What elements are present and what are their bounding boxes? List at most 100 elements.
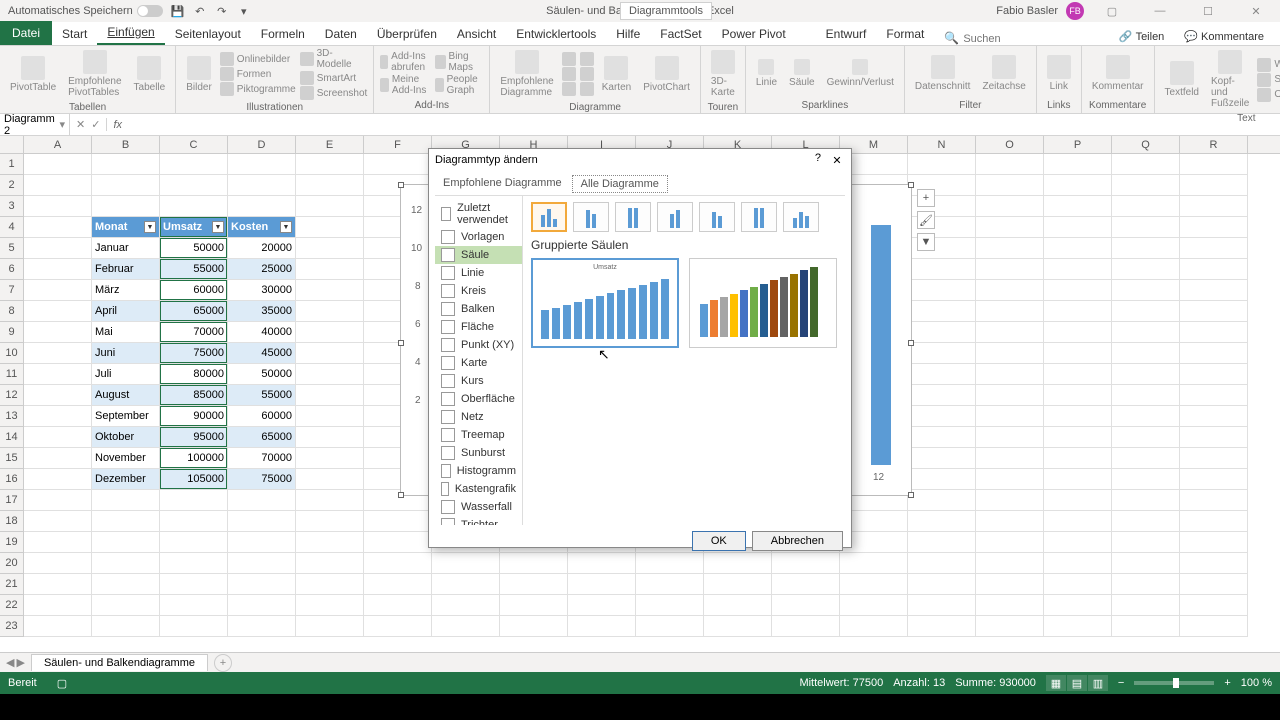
- dialog-help-button[interactable]: ?: [815, 152, 821, 168]
- cell[interactable]: [160, 616, 228, 637]
- cell[interactable]: [24, 322, 92, 343]
- column-header[interactable]: C: [160, 136, 228, 153]
- chart-styles-button[interactable]: 🖌: [917, 211, 935, 229]
- cell[interactable]: 40000: [228, 322, 296, 343]
- cell[interactable]: [568, 595, 636, 616]
- cell[interactable]: [908, 154, 976, 175]
- cell[interactable]: [364, 616, 432, 637]
- cell[interactable]: [432, 616, 500, 637]
- cell[interactable]: [296, 301, 364, 322]
- cell[interactable]: 20000: [228, 238, 296, 259]
- close-icon[interactable]: ✕: [1236, 0, 1276, 22]
- cell[interactable]: [976, 217, 1044, 238]
- cell[interactable]: [92, 511, 160, 532]
- cell[interactable]: [296, 595, 364, 616]
- chart-stat-button[interactable]: [580, 67, 594, 81]
- cell[interactable]: [364, 574, 432, 595]
- cell[interactable]: Juni: [92, 343, 160, 364]
- cell[interactable]: [908, 280, 976, 301]
- cell[interactable]: [296, 280, 364, 301]
- link-button[interactable]: Link: [1043, 53, 1075, 94]
- tab-daten[interactable]: Daten: [315, 23, 367, 45]
- row-header[interactable]: 9: [0, 322, 24, 343]
- cell[interactable]: [908, 448, 976, 469]
- cell[interactable]: [296, 532, 364, 553]
- add-sheet-button[interactable]: +: [214, 654, 232, 672]
- cell[interactable]: Juli: [92, 364, 160, 385]
- cell[interactable]: [1044, 259, 1112, 280]
- cell[interactable]: [976, 448, 1044, 469]
- slicer-button[interactable]: Datenschnitt: [911, 53, 975, 94]
- maximize-icon[interactable]: ☐: [1188, 0, 1228, 22]
- chart-category-item[interactable]: Karte: [435, 354, 522, 372]
- table-button[interactable]: Tabelle: [130, 54, 170, 95]
- cell[interactable]: [976, 406, 1044, 427]
- cell[interactable]: August: [92, 385, 160, 406]
- cell[interactable]: [296, 616, 364, 637]
- row-header[interactable]: 10: [0, 343, 24, 364]
- save-icon[interactable]: 💾: [171, 4, 185, 18]
- qat-dropdown-icon[interactable]: ▾: [237, 4, 251, 18]
- cell[interactable]: [908, 427, 976, 448]
- cell[interactable]: [976, 616, 1044, 637]
- timeline-button[interactable]: Zeitachse: [978, 53, 1029, 94]
- chart-category-item[interactable]: Treemap: [435, 426, 522, 444]
- view-layout-icon[interactable]: ▤: [1067, 675, 1087, 691]
- cell[interactable]: [1180, 427, 1248, 448]
- tab-ansicht[interactable]: Ansicht: [447, 23, 506, 45]
- row-header[interactable]: 3: [0, 196, 24, 217]
- cell[interactable]: [1112, 217, 1180, 238]
- cell[interactable]: [160, 532, 228, 553]
- cell[interactable]: [636, 616, 704, 637]
- cell[interactable]: [500, 574, 568, 595]
- cell[interactable]: [296, 385, 364, 406]
- cell[interactable]: 60000: [228, 406, 296, 427]
- cell[interactable]: [296, 511, 364, 532]
- cell[interactable]: [296, 364, 364, 385]
- cell[interactable]: [1112, 175, 1180, 196]
- column-header[interactable]: F: [364, 136, 432, 153]
- cell[interactable]: [908, 301, 976, 322]
- cell[interactable]: 70000: [228, 448, 296, 469]
- cell[interactable]: [908, 259, 976, 280]
- cell[interactable]: [908, 532, 976, 553]
- cell[interactable]: [364, 553, 432, 574]
- cell[interactable]: [160, 490, 228, 511]
- chart-line-button[interactable]: [580, 52, 594, 66]
- cell[interactable]: [704, 574, 772, 595]
- cell[interactable]: Kosten▼: [228, 217, 296, 238]
- chart-category-item[interactable]: Zuletzt verwendet: [435, 200, 522, 228]
- cell[interactable]: 30000: [228, 280, 296, 301]
- row-header[interactable]: 8: [0, 301, 24, 322]
- cell[interactable]: [1112, 490, 1180, 511]
- chart-category-item[interactable]: Fläche: [435, 318, 522, 336]
- cell[interactable]: [1112, 448, 1180, 469]
- dialog-tab-all[interactable]: Alle Diagramme: [572, 175, 668, 193]
- cell[interactable]: [1180, 448, 1248, 469]
- row-header[interactable]: 23: [0, 616, 24, 637]
- chart-preview-2[interactable]: [689, 258, 837, 348]
- cell[interactable]: [1044, 616, 1112, 637]
- cell[interactable]: [1044, 469, 1112, 490]
- cell[interactable]: [228, 532, 296, 553]
- zoom-out-icon[interactable]: −: [1118, 677, 1124, 689]
- cell[interactable]: [1180, 595, 1248, 616]
- cell[interactable]: [976, 343, 1044, 364]
- row-header[interactable]: 19: [0, 532, 24, 553]
- subtype-clustered-column[interactable]: [531, 202, 567, 232]
- cell[interactable]: [432, 595, 500, 616]
- cell[interactable]: [976, 427, 1044, 448]
- cell[interactable]: [296, 217, 364, 238]
- cell[interactable]: [976, 175, 1044, 196]
- cell[interactable]: [1112, 532, 1180, 553]
- cell[interactable]: [1044, 595, 1112, 616]
- enter-formula-icon[interactable]: ✓: [91, 118, 100, 131]
- cell[interactable]: [772, 574, 840, 595]
- cell[interactable]: [1180, 364, 1248, 385]
- cell[interactable]: 100000: [160, 448, 228, 469]
- cell[interactable]: [1112, 364, 1180, 385]
- cell[interactable]: [228, 175, 296, 196]
- cell[interactable]: [908, 406, 976, 427]
- cell[interactable]: [24, 217, 92, 238]
- cell[interactable]: [296, 196, 364, 217]
